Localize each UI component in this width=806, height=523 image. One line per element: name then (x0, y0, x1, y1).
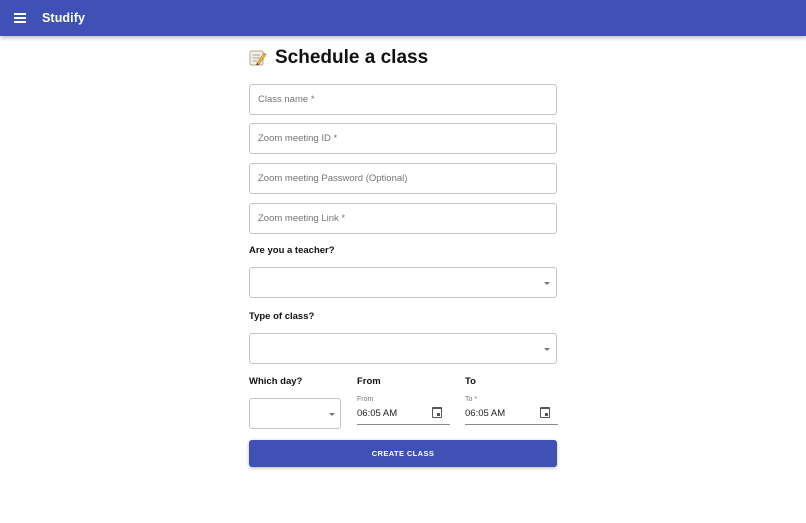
chevron-down-icon (329, 413, 335, 416)
day-label: Which day? (249, 376, 303, 387)
teacher-select[interactable] (249, 267, 557, 298)
teacher-question-label: Are you a teacher? (249, 245, 335, 256)
from-time-input[interactable]: From 06:05 AM (357, 396, 450, 425)
class-type-select[interactable] (249, 333, 557, 364)
class-name-placeholder: Class name * (258, 94, 315, 105)
day-select[interactable] (249, 398, 341, 429)
create-class-button[interactable]: CREATE CLASS (249, 440, 557, 467)
zoom-meeting-id-placeholder: Zoom meeting ID * (258, 133, 338, 144)
calendar-icon[interactable] (540, 407, 550, 418)
to-time-input[interactable]: To * 06:05 AM (465, 396, 558, 425)
class-name-input[interactable]: Class name * (249, 84, 557, 115)
to-time-value: 06:05 AM (465, 408, 506, 419)
to-label: To (465, 376, 476, 387)
app-bar: Studify (0, 0, 806, 36)
zoom-meeting-password-placeholder: Zoom meeting Password (Optional) (258, 173, 408, 184)
memo-icon (249, 49, 267, 67)
zoom-meeting-link-placeholder: Zoom meeting Link * (258, 213, 346, 224)
app-title: Studify (42, 11, 86, 25)
page-heading: Schedule a class (249, 47, 428, 69)
chevron-down-icon (544, 348, 550, 351)
zoom-meeting-link-input[interactable]: Zoom meeting Link * (249, 203, 557, 234)
calendar-icon[interactable] (432, 407, 442, 418)
to-time-field-label: To * (465, 396, 478, 403)
class-type-question-label: Type of class? (249, 311, 315, 322)
menu-icon[interactable] (13, 11, 27, 25)
from-label: From (357, 376, 381, 387)
from-time-field-label: From (357, 396, 374, 403)
zoom-meeting-password-input[interactable]: Zoom meeting Password (Optional) (249, 163, 557, 194)
chevron-down-icon (544, 282, 550, 285)
from-time-value: 06:05 AM (357, 408, 398, 419)
page-title: Schedule a class (275, 47, 429, 68)
zoom-meeting-id-input[interactable]: Zoom meeting ID * (249, 123, 557, 154)
